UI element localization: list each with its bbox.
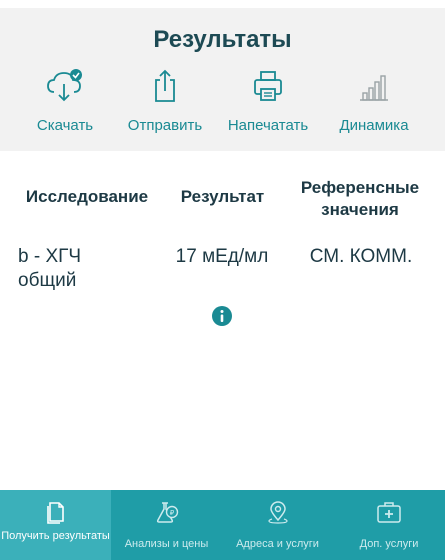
tab-get-results[interactable]: Получить результаты — [0, 490, 111, 560]
print-button[interactable]: Напечатать — [218, 68, 318, 140]
download-label: Скачать — [36, 117, 94, 134]
bar-chart-icon — [324, 68, 424, 104]
print-label: Напечатать — [227, 117, 309, 134]
tab-label: Анализы и цены — [124, 538, 209, 550]
tab-label: Получить результаты — [1, 530, 110, 542]
tab-addresses-services[interactable]: Адреса и услуги — [222, 490, 333, 560]
column-header-test: Исследование — [25, 187, 149, 206]
status-bar-area — [0, 0, 445, 8]
bottom-tab-bar: Получить результаты ₽ Анализы и цены Адр… — [0, 490, 445, 560]
send-button[interactable]: Отправить — [115, 68, 215, 140]
column-header-result: Результат — [180, 187, 265, 206]
dynamics-label: Динамика — [339, 117, 409, 134]
tab-label: Адреса и услуги — [236, 538, 319, 550]
document-icon — [0, 500, 111, 524]
reference-value: СМ. КОММ. — [309, 246, 413, 267]
tab-label: Доп. услуги — [359, 538, 419, 550]
flask-icon: ₽ — [111, 500, 222, 524]
tab-tests-prices[interactable]: ₽ Анализы и цены — [111, 490, 222, 560]
test-name: b - ХГЧ общий — [18, 246, 82, 291]
medical-kit-icon — [333, 500, 445, 524]
dynamics-button[interactable]: Динамика — [324, 68, 424, 140]
download-button[interactable]: Скачать — [15, 68, 115, 140]
printer-icon — [218, 68, 318, 104]
svg-text:₽: ₽ — [169, 509, 174, 517]
cloud-download-icon — [15, 68, 115, 104]
tab-extra-services[interactable]: Доп. услуги — [333, 490, 445, 560]
page-title: Результаты — [153, 26, 292, 53]
header: Результаты Скачать Отправить Напечатать … — [0, 0, 445, 151]
column-header-reference: Референсные значения — [300, 178, 420, 219]
info-button[interactable] — [212, 306, 232, 326]
info-icon — [212, 310, 232, 330]
share-icon — [115, 68, 215, 104]
send-label: Отправить — [127, 117, 203, 134]
result-value: 17 мЕд/мл — [175, 246, 269, 267]
map-pin-icon — [222, 500, 333, 524]
